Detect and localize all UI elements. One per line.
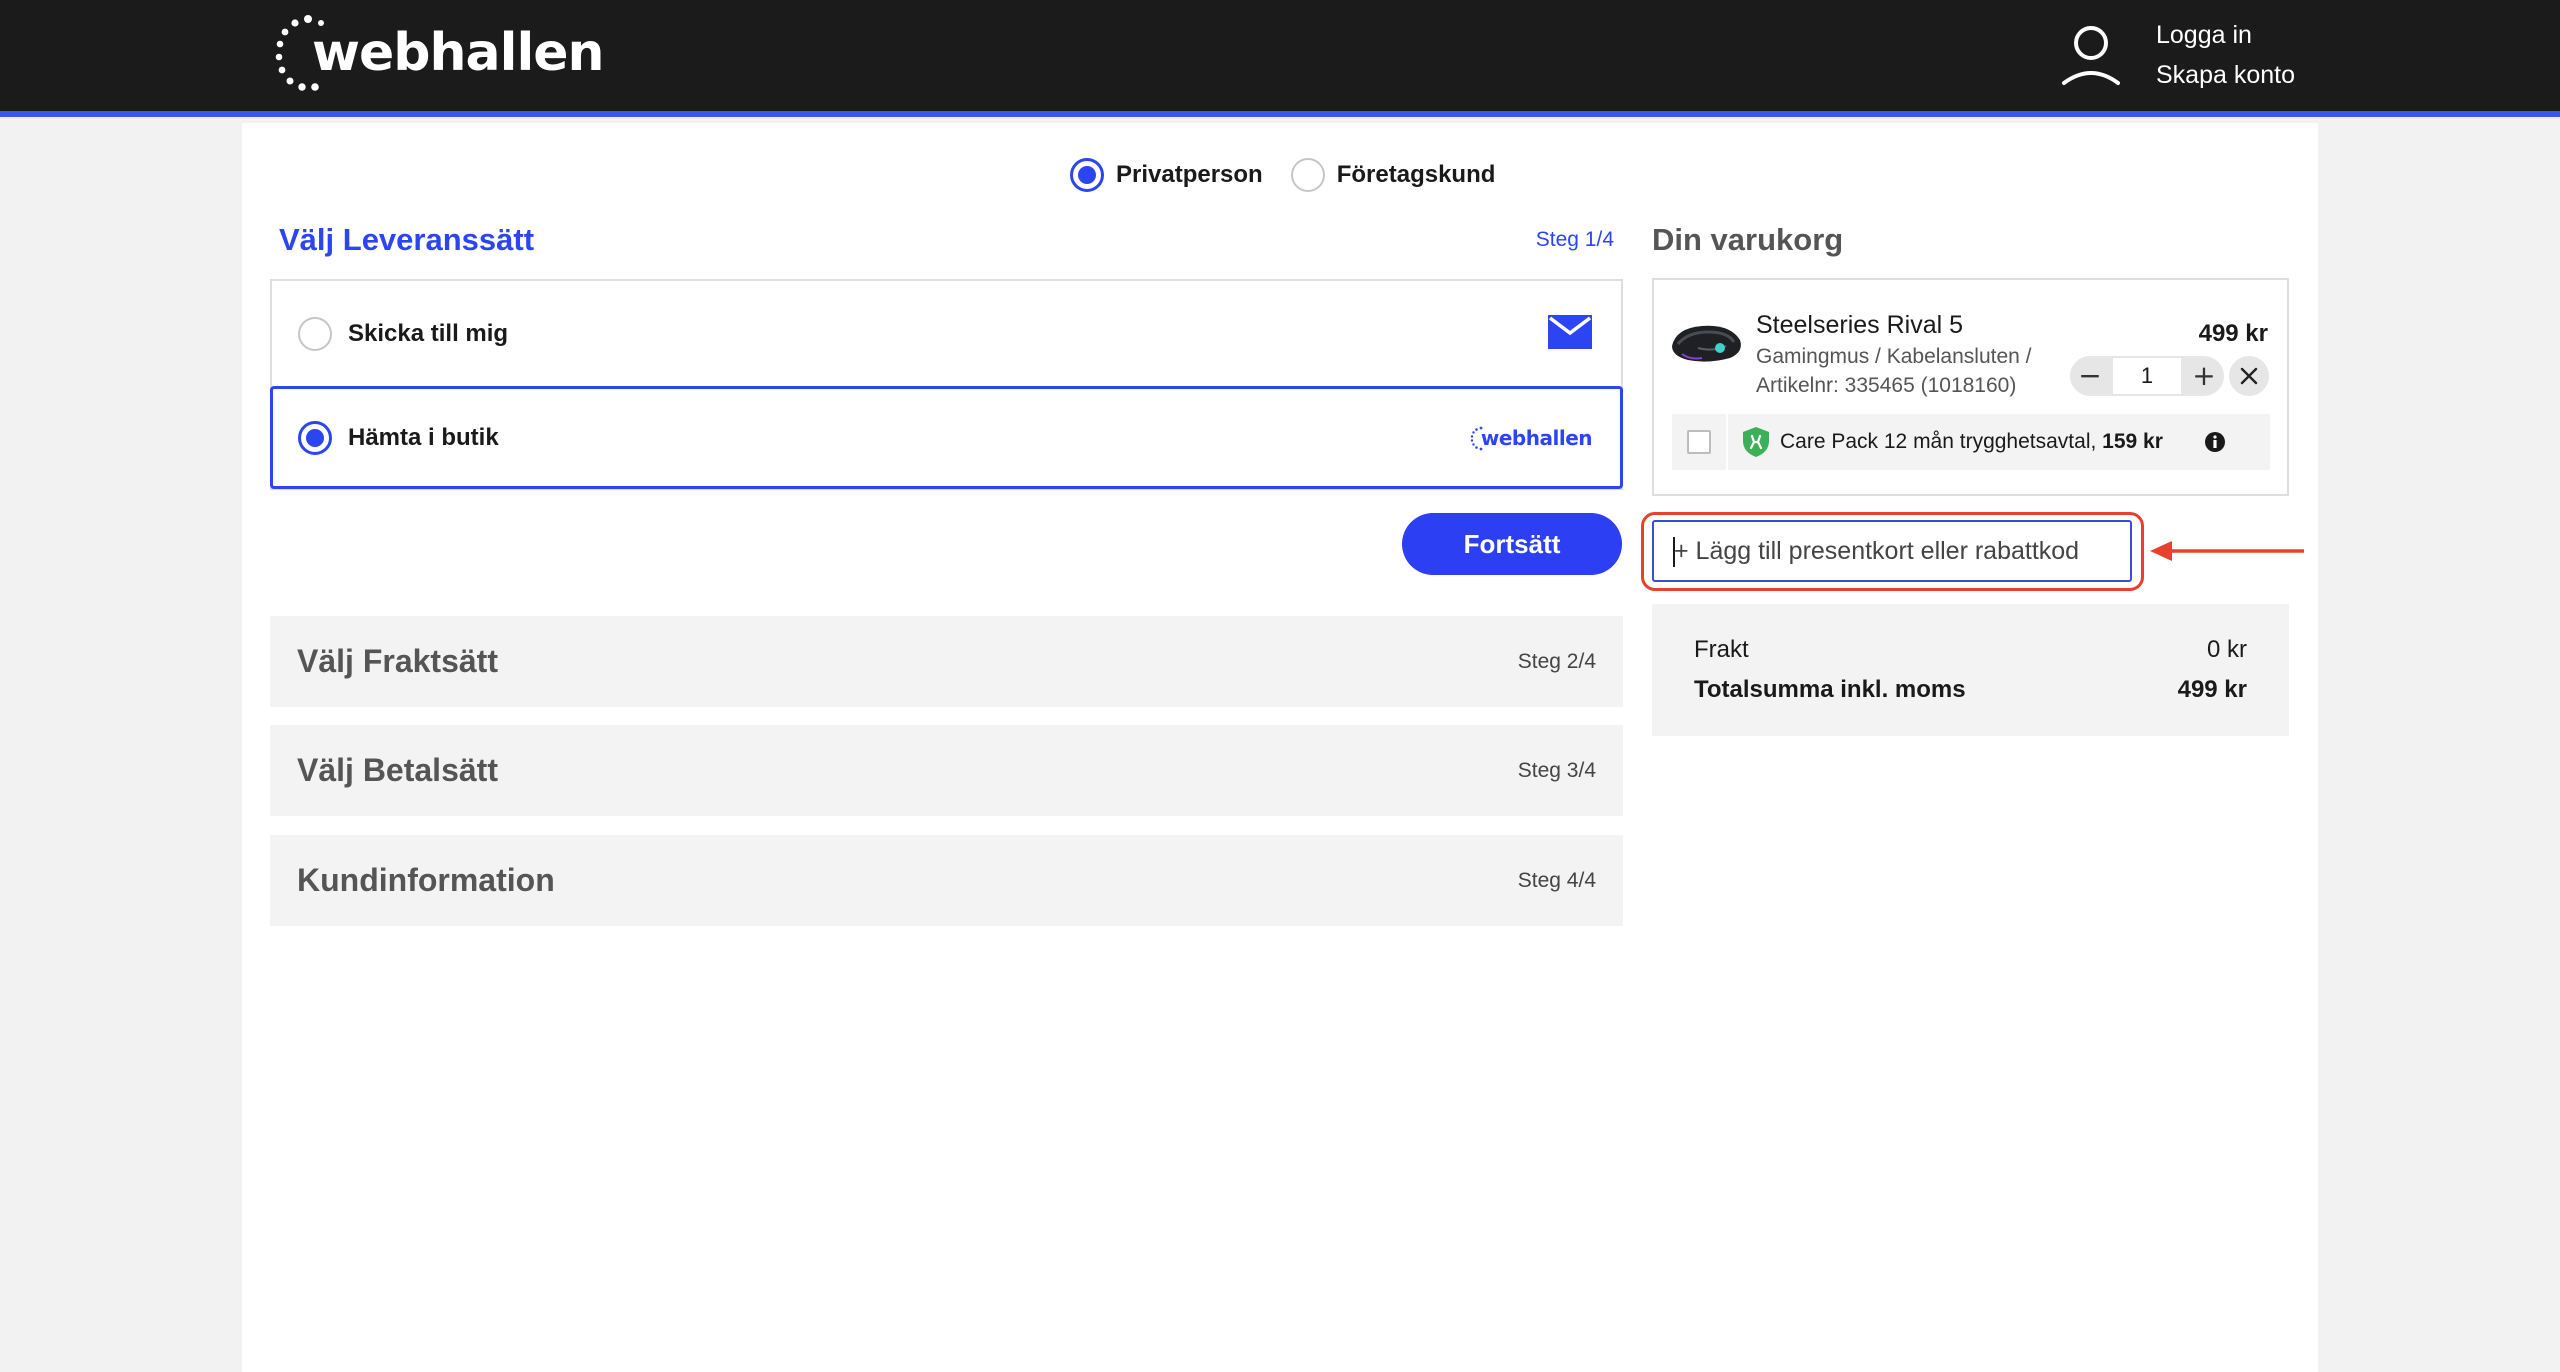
step-customer-info[interactable]: Kundinformation Steg 4/4 [270,835,1623,926]
private-radio[interactable] [1070,158,1104,192]
info-icon[interactable] [2204,431,2226,453]
signup-link[interactable]: Skapa konto [2156,62,2295,88]
login-link[interactable]: Logga in [2156,22,2295,48]
account-menu[interactable]: Logga in Skapa konto [2060,20,2295,90]
order-totals: Frakt 0 kr Totalsumma inkl. moms 499 kr [1652,604,2289,736]
delivery-step-label: Steg 1/4 [1535,228,1614,251]
private-label: Privatperson [1116,161,1263,188]
pickup-radio[interactable] [298,420,332,455]
quantity-input[interactable] [2113,358,2181,394]
giftcard-input[interactable] [1652,520,2132,582]
product-name[interactable]: Steelseries Rival 5 [1756,311,1963,340]
remove-item-button[interactable] [2229,356,2269,396]
product-article: Artikelnr: 335465 (1018160) [1756,374,2017,397]
site-header: webhallen Logga in Skapa konto [0,0,2560,117]
step-shipping-title: Välj Fraktsätt [297,643,498,679]
account-links: Logga in Skapa konto [2156,22,2295,88]
increase-quantity-button[interactable]: + [2184,356,2224,396]
webhallen-logo[interactable]: webhallen [272,10,605,96]
text-caret [1673,537,1675,567]
webhallen-logo-icon: webhallen [1470,425,1593,451]
user-icon [2062,26,2120,85]
step-payment-label: Steg 3/4 [1517,758,1596,782]
step-shipping-label: Steg 2/4 [1517,649,1596,673]
carepack-text: Care Pack 12 mån trygghetsavtal, 159 kr [1780,430,2163,454]
step-shipping-method[interactable]: Välj Fraktsätt Steg 2/4 [270,616,1623,707]
decrease-quantity-button[interactable]: − [2070,356,2110,396]
product-category: Gamingmus / Kabelansluten / [1756,345,2032,368]
carepack-price: 159 kr [2102,430,2163,453]
continue-button[interactable]: Fortsätt [1402,513,1622,575]
mini-logo-text: webhallen [1480,426,1593,450]
product-image[interactable] [1668,318,1744,366]
annotation-arrow-icon [2150,541,2304,561]
business-radio[interactable] [1290,158,1325,192]
step-payment-title: Välj Betalsätt [297,752,498,788]
total-value: 499 kr [2177,676,2247,703]
carepack-checkbox[interactable] [1672,414,1728,470]
customer-type-business[interactable]: Företagskund [1290,158,1496,192]
product-meta: Gamingmus / Kabelansluten / Artikelnr: 3… [1756,342,2031,400]
quantity-stepper: − + [2070,356,2224,396]
logo-text: webhallen [312,23,605,83]
total-label: Totalsumma inkl. moms [1694,676,1966,703]
ship-radio[interactable] [298,316,332,351]
ship-label: Skicka till mig [348,319,509,347]
close-icon [2240,367,2258,385]
delivery-option-pickup[interactable]: Hämta i butik webhallen [270,386,1623,489]
shield-icon [1743,427,1769,457]
product-price: 499 kr [2198,320,2268,347]
mail-icon [1548,315,1592,349]
delivery-option-ship[interactable]: Skicka till mig [270,281,1623,386]
shipping-value: 0 kr [2206,636,2247,663]
carepack-description: Care Pack 12 mån trygghetsavtal, [1780,430,2103,453]
customer-type-private[interactable]: Privatperson [1070,158,1263,192]
step-payment-method[interactable]: Välj Betalsätt Steg 3/4 [270,725,1623,816]
delivery-step-title: Välj Leveranssätt [279,222,535,257]
total-row: Totalsumma inkl. moms 499 kr [1694,676,2247,704]
pickup-label: Hämta i butik [348,423,499,451]
step-customer-title: Kundinformation [297,862,555,898]
shipping-row: Frakt 0 kr [1694,636,2247,664]
carepack-checkbox-box [1687,430,1711,454]
step-customer-label: Steg 4/4 [1517,868,1596,892]
carepack-row: Care Pack 12 mån trygghetsavtal, 159 kr [1672,414,2270,470]
shipping-label: Frakt [1694,636,1749,663]
cart-title: Din varukorg [1652,222,1844,257]
business-label: Företagskund [1336,161,1496,188]
customer-type-selector: Privatperson Företagskund [1070,157,1495,193]
